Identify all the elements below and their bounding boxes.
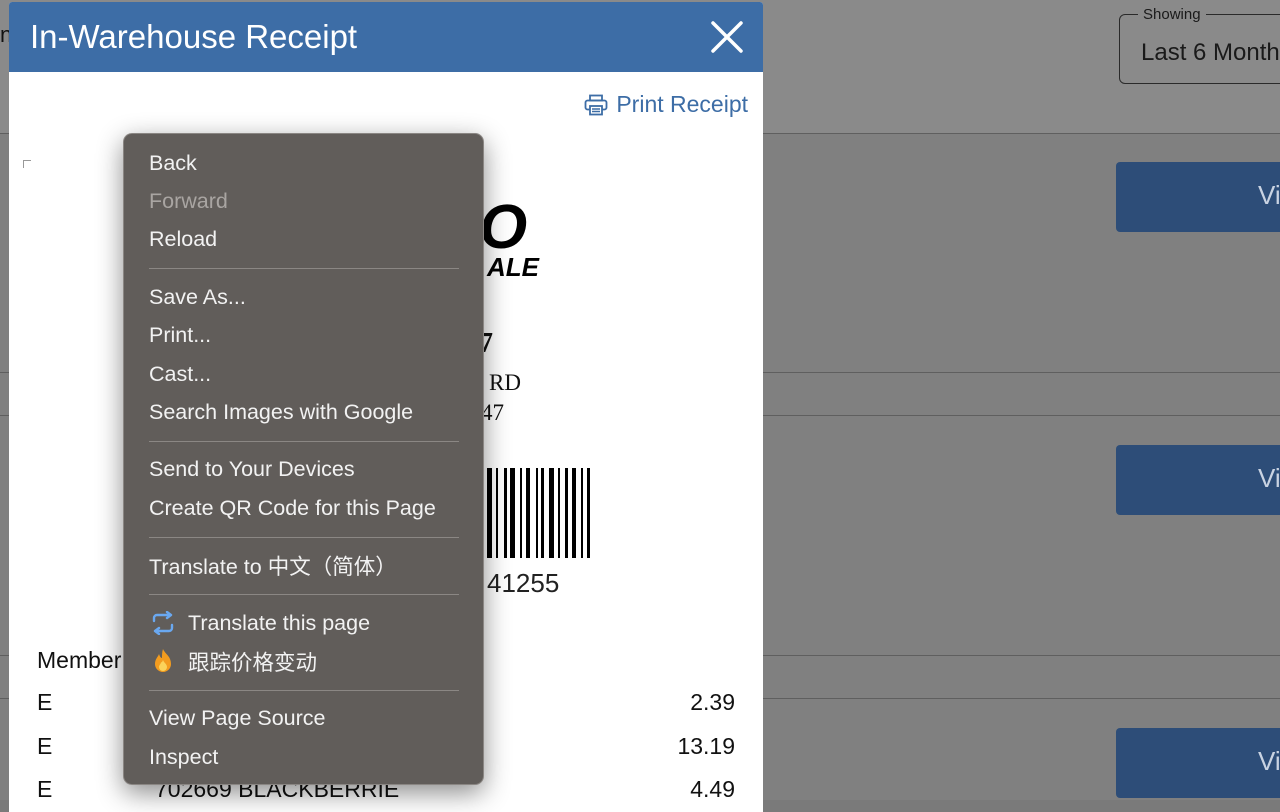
menu-item-view-source[interactable]: View Page Source [124,700,483,738]
item-code: E [37,689,53,715]
receipt-image-icon [23,160,31,168]
translate-icon [149,609,177,637]
view-receipt-button[interactable]: Vi [1116,728,1280,798]
menu-item-save-as[interactable]: Save As... [124,278,483,316]
close-icon[interactable] [709,19,745,55]
menu-item-track-price[interactable]: 跟踪价格变动 [124,642,483,680]
menu-item-cast[interactable]: Cast... [124,355,483,393]
item-code: E [37,776,53,802]
menu-item-translate-to-chinese[interactable]: Translate to 中文（简体） [124,547,483,585]
printer-icon [584,94,608,115]
modal-title: In-Warehouse Receipt [30,18,358,55]
menu-item-inspect[interactable]: Inspect [124,738,483,776]
item-code: E [37,733,53,759]
print-receipt-link[interactable]: Print Receipt [584,91,748,118]
menu-item-label: 跟踪价格变动 [188,650,318,675]
menu-item-search-images[interactable]: Search Images with Google [124,393,483,431]
store-logo-subtext: ALE [487,252,539,282]
view-receipt-button[interactable]: Vi [1116,445,1280,515]
menu-item-label: Translate this page [188,610,371,635]
item-price: 4.49 [690,776,735,802]
modal-header: In-Warehouse Receipt [9,2,763,72]
store-city: 47 [481,400,504,425]
print-receipt-label: Print Receipt [616,91,748,117]
context-menu: Back Forward Reload Save As... Print... … [123,133,484,785]
member-label: Member [37,647,122,673]
menu-item-back[interactable]: Back [124,144,483,182]
menu-separator [149,689,459,691]
fire-icon [149,647,177,675]
menu-item-send-to-devices[interactable]: Send to Your Devices [124,451,483,489]
barcode-number: 41255 [487,568,560,598]
showing-legend: Showing [1138,6,1206,23]
receipt-barcode [479,468,590,558]
view-receipt-button[interactable]: Vi [1116,162,1280,232]
menu-item-print[interactable]: Print... [124,317,483,355]
store-address: RD [489,370,521,395]
menu-separator [149,440,459,442]
item-price: 2.39 [690,689,735,715]
item-price: 13.19 [677,733,735,759]
showing-select[interactable]: Showing Last 6 Month [1119,6,1280,84]
menu-item-create-qr-code[interactable]: Create QR Code for this Page [124,489,483,527]
menu-separator [149,536,459,538]
menu-item-forward[interactable]: Forward [124,182,483,220]
menu-item-reload[interactable]: Reload [124,221,483,259]
showing-value: Last 6 Month [1141,39,1280,66]
menu-separator [149,268,459,270]
menu-separator [149,593,459,595]
menu-item-translate-page[interactable]: Translate this page [124,604,483,642]
